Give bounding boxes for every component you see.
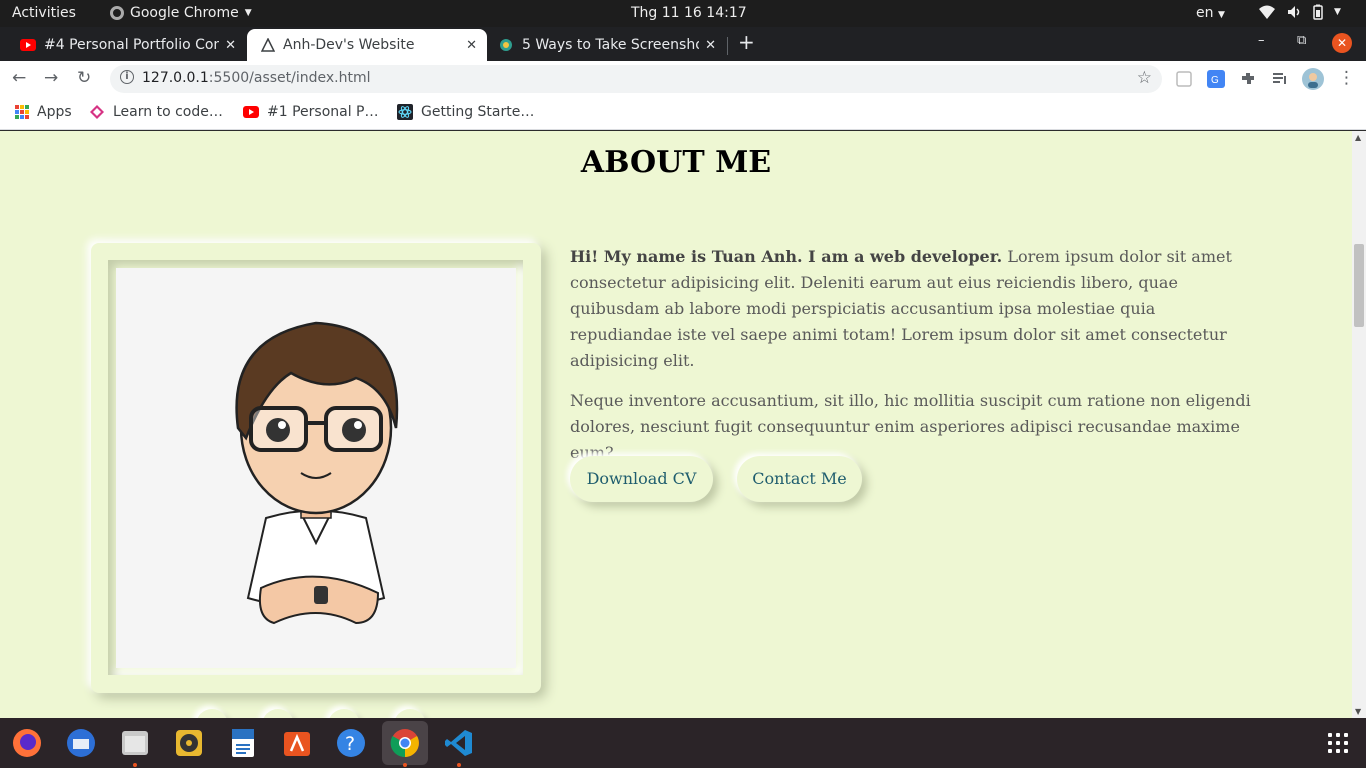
show-applications-icon[interactable] <box>1328 733 1348 753</box>
restore-button[interactable]: ⧉ <box>1297 33 1306 48</box>
caret-down-icon: ▼ <box>1334 7 1341 17</box>
bookmark-learn-to-code[interactable]: Learn to code… <box>89 104 223 120</box>
url-text[interactable]: 127.0.0.1:5500/asset/index.html <box>142 70 371 86</box>
profile-avatar-illustration <box>116 268 516 668</box>
writer-icon[interactable] <box>227 727 259 759</box>
react-icon <box>397 104 413 120</box>
bookmark-label: Getting Starte… <box>421 104 535 120</box>
tab-anh-dev-website[interactable]: Anh-Dev's Website ✕ <box>247 29 487 61</box>
url-host: 127.0.0.1 <box>142 70 209 86</box>
svg-text:G: G <box>1211 75 1219 86</box>
tab-portfolio-video[interactable]: #4 Personal Portfolio Con ✕ <box>0 29 246 61</box>
forward-button[interactable]: → <box>44 68 58 88</box>
wifi-icon <box>1259 5 1275 19</box>
bookmark-label: #1 Personal P… <box>267 104 379 120</box>
media-queue-icon[interactable] <box>1271 70 1289 88</box>
social-link-2[interactable] <box>262 709 294 718</box>
volume-icon <box>1288 6 1300 18</box>
scrollbar-thumb[interactable] <box>1354 244 1364 327</box>
running-indicator <box>403 763 407 767</box>
app-menu-label: Google Chrome <box>130 5 239 21</box>
firefox-icon[interactable] <box>11 727 43 759</box>
extension-icon[interactable] <box>1175 70 1193 88</box>
bookmark-label: Apps <box>37 104 72 120</box>
close-tab-icon[interactable]: ✕ <box>466 38 477 53</box>
help-icon[interactable]: ? <box>335 727 367 759</box>
social-link-3[interactable] <box>328 709 360 718</box>
close-tab-icon[interactable]: ✕ <box>705 38 716 53</box>
section-title: ABOUT ME <box>580 145 772 180</box>
svg-text:?: ? <box>345 733 355 755</box>
minimize-button[interactable]: – <box>1258 33 1265 48</box>
new-tab-button[interactable]: + <box>738 30 755 54</box>
page-scrollbar[interactable]: ▲ ▼ <box>1352 131 1366 718</box>
freecodecamp-icon <box>90 105 104 119</box>
app-menu[interactable]: Google Chrome ▼ <box>110 5 252 21</box>
site-info-icon[interactable]: i <box>120 70 134 84</box>
close-window-button[interactable]: ✕ <box>1332 33 1352 53</box>
rhythmbox-icon[interactable] <box>173 727 205 759</box>
language-label: en <box>1196 5 1214 21</box>
system-tray[interactable]: ▼ <box>1258 4 1341 20</box>
bookmark-apps[interactable]: Apps <box>15 104 72 120</box>
about-paragraph-1: Hi! My name is Tuan Anh. I am a web deve… <box>570 244 1260 374</box>
language-selector[interactable]: en ▼ <box>1196 5 1225 21</box>
caret-down-icon: ▼ <box>1217 10 1225 20</box>
download-cv-button[interactable]: Download CV <box>570 456 713 502</box>
bookmark-label: Learn to code… <box>113 104 223 120</box>
running-indicator <box>133 763 137 767</box>
bookmark-getting-started[interactable]: Getting Starte… <box>397 104 534 120</box>
page-viewport: ABOUT ME Hi! My name is Tuan Anh. I am a… <box>0 131 1366 718</box>
about-description: Hi! My name is Tuan Anh. I am a web deve… <box>570 244 1260 480</box>
scroll-down-arrow-icon[interactable]: ▼ <box>1355 707 1361 716</box>
website-icon <box>261 38 275 52</box>
caret-down-icon: ▼ <box>244 8 252 18</box>
intro-highlight: Hi! My name is Tuan Anh. I am a web deve… <box>570 247 1003 266</box>
social-link-4[interactable] <box>394 709 426 718</box>
tab-title: #4 Personal Portfolio Con <box>44 37 220 53</box>
gear-icon <box>500 39 512 51</box>
back-button[interactable]: ← <box>12 68 26 88</box>
bookmark-personal-portfolio[interactable]: #1 Personal P… <box>243 104 379 120</box>
bookmark-star-icon[interactable]: ☆ <box>1137 68 1152 88</box>
tab-strip: #4 Personal Portfolio Con ✕ Anh-Dev's We… <box>0 27 1366 61</box>
chrome-icon <box>110 6 124 20</box>
files-icon[interactable] <box>119 727 151 759</box>
bookmarks-bar: Apps Learn to code… #1 Personal P… Getti… <box>0 97 1366 130</box>
youtube-icon <box>20 39 36 51</box>
thunderbird-icon[interactable] <box>65 727 97 759</box>
address-bar[interactable]: i 127.0.0.1:5500/asset/index.html ☆ <box>110 65 1162 93</box>
tab-title: Anh-Dev's Website <box>283 37 415 53</box>
apps-grid-icon <box>15 105 29 119</box>
software-icon[interactable] <box>281 727 313 759</box>
browser-toolbar: ← → ↻ i 127.0.0.1:5500/asset/index.html … <box>0 61 1366 97</box>
chrome-icon[interactable] <box>389 727 421 759</box>
social-link-1[interactable] <box>196 709 228 718</box>
profile-avatar[interactable] <box>1302 68 1324 90</box>
activities-button[interactable]: Activities <box>12 5 76 21</box>
tab-screenshot-article[interactable]: 5 Ways to Take Screensho ✕ <box>488 29 726 61</box>
ubuntu-dock: ? <box>0 718 1366 768</box>
running-indicator <box>457 763 461 767</box>
vscode-icon[interactable] <box>443 727 475 759</box>
reload-button[interactable]: ↻ <box>77 68 91 88</box>
youtube-icon <box>243 106 259 118</box>
url-path: :5500/asset/index.html <box>208 70 371 86</box>
tab-separator <box>727 37 728 55</box>
about-paragraph-2: Neque inventore accusantium, sit illo, h… <box>570 391 1251 462</box>
tab-title: 5 Ways to Take Screensho <box>522 37 700 53</box>
chrome-menu-button[interactable]: ⋮ <box>1338 68 1355 88</box>
scroll-up-arrow-icon[interactable]: ▲ <box>1355 133 1361 142</box>
contact-me-button[interactable]: Contact Me <box>737 456 862 502</box>
google-translate-icon[interactable]: G <box>1207 70 1225 88</box>
battery-icon <box>1313 4 1323 20</box>
system-top-bar: Activities Google Chrome ▼ Thg 11 16 14:… <box>0 0 1366 27</box>
extensions-puzzle-icon[interactable] <box>1239 70 1257 88</box>
profile-image-frame <box>91 243 541 693</box>
clock[interactable]: Thg 11 16 14:17 <box>631 5 747 21</box>
close-tab-icon[interactable]: ✕ <box>225 38 236 53</box>
